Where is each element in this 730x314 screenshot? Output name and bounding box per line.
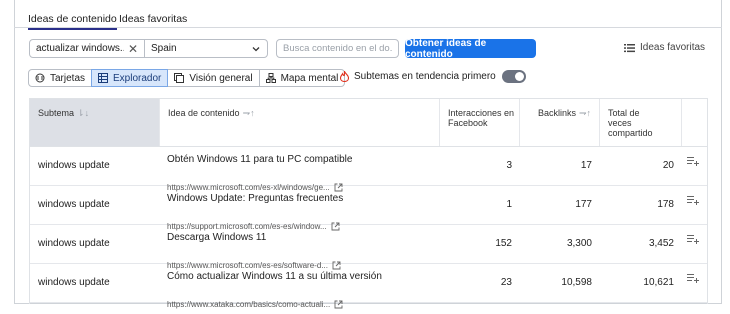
sort-icon: ⇁↑ <box>242 108 255 118</box>
view-label: Visión general <box>189 72 253 84</box>
view-explorador[interactable]: Explorador <box>91 69 169 87</box>
view-label: Tarjetas <box>50 72 86 84</box>
sort-desc-icon: ⇂↓ <box>77 108 90 118</box>
keyword-input[interactable]: actualizar windows... ✕ <box>29 39 145 58</box>
get-ideas-button[interactable]: Obtener ideas de contenido <box>405 38 536 60</box>
mindmap-icon <box>265 73 276 83</box>
trending-toggle-group: Subtemas en tendencia primero <box>340 70 526 83</box>
idea-url-text: https://www.xataka.com/basics/como-actua… <box>167 299 331 309</box>
view-label: Mapa mental <box>280 72 339 84</box>
list-icon <box>624 43 635 52</box>
header-idea[interactable]: Idea de contenido ⇁↑ <box>160 99 440 146</box>
sort-icon: ⇁↑ <box>578 108 591 118</box>
view-mapa-mental[interactable]: Mapa mental <box>258 69 346 87</box>
content-search-field[interactable] <box>276 39 399 58</box>
ideas-table: Subtema ⇂↓ Idea de contenido ⇁↑ Interaccio… <box>29 98 708 309</box>
content-search-input[interactable] <box>283 43 392 54</box>
header-shares[interactable]: Total de veces compartido <box>600 99 682 146</box>
clear-icon[interactable]: ✕ <box>128 42 138 56</box>
tab-bar: Ideas de contenido Ideas favoritas <box>14 0 722 30</box>
tab-ideas-favoritas[interactable]: Ideas favoritas <box>119 13 187 25</box>
keyword-value: actualizar windows... <box>36 43 124 54</box>
add-to-favorites-icon[interactable] <box>687 195 699 205</box>
trending-toggle[interactable] <box>501 70 526 83</box>
view-switcher: Tarjetas Explorador Visión general Mapa … <box>28 69 346 87</box>
header-actions <box>682 99 707 146</box>
trending-label: Subtemas en tendencia primero <box>354 71 496 82</box>
favorite-ideas-label: Ideas favoritas <box>640 42 706 53</box>
table-row: windows update Descarga Windows 11 https… <box>30 225 707 270</box>
view-tarjetas[interactable]: Tarjetas <box>28 69 93 87</box>
cards-icon <box>35 73 45 83</box>
subtopic-cell: windows update <box>38 277 110 288</box>
facebook-cell: 23 <box>500 277 512 288</box>
overview-icon <box>174 73 185 83</box>
table-header: Subtema ⇂↓ Idea de contenido ⇁↑ Interaccio… <box>30 99 707 147</box>
country-value: Spain <box>151 43 177 54</box>
header-subtopic[interactable]: Subtema ⇂↓ <box>30 99 160 146</box>
backlinks-cell: 10,598 <box>561 277 592 288</box>
add-to-favorites-icon[interactable] <box>687 273 699 283</box>
add-to-favorites-icon[interactable] <box>687 234 699 244</box>
external-link-icon[interactable] <box>334 300 343 309</box>
table-icon <box>98 73 109 83</box>
table-row: windows update Obtén Windows 11 para tu … <box>30 147 707 192</box>
header-backlinks[interactable]: Backlinks ⇁↑ <box>520 99 600 146</box>
view-label: Explorador <box>113 72 162 84</box>
tab-ideas-de-contenido[interactable]: Ideas de contenido <box>28 13 117 30</box>
idea-url[interactable]: https://www.xataka.com/basics/como-actua… <box>167 285 343 314</box>
country-select[interactable]: Spain <box>144 39 268 58</box>
view-vision-general[interactable]: Visión general <box>167 69 260 87</box>
chevron-down-icon <box>252 46 260 51</box>
add-to-favorites-icon[interactable] <box>687 156 699 166</box>
table-row: windows update Windows Update: Preguntas… <box>30 186 707 231</box>
header-facebook[interactable]: Interacciones en Facebook <box>440 99 520 146</box>
fire-icon <box>340 71 349 82</box>
favorite-ideas-link[interactable]: Ideas favoritas <box>624 42 705 53</box>
table-row: windows update Cómo actualizar Windows 1… <box>30 264 707 309</box>
shares-cell: 10,621 <box>643 277 674 288</box>
